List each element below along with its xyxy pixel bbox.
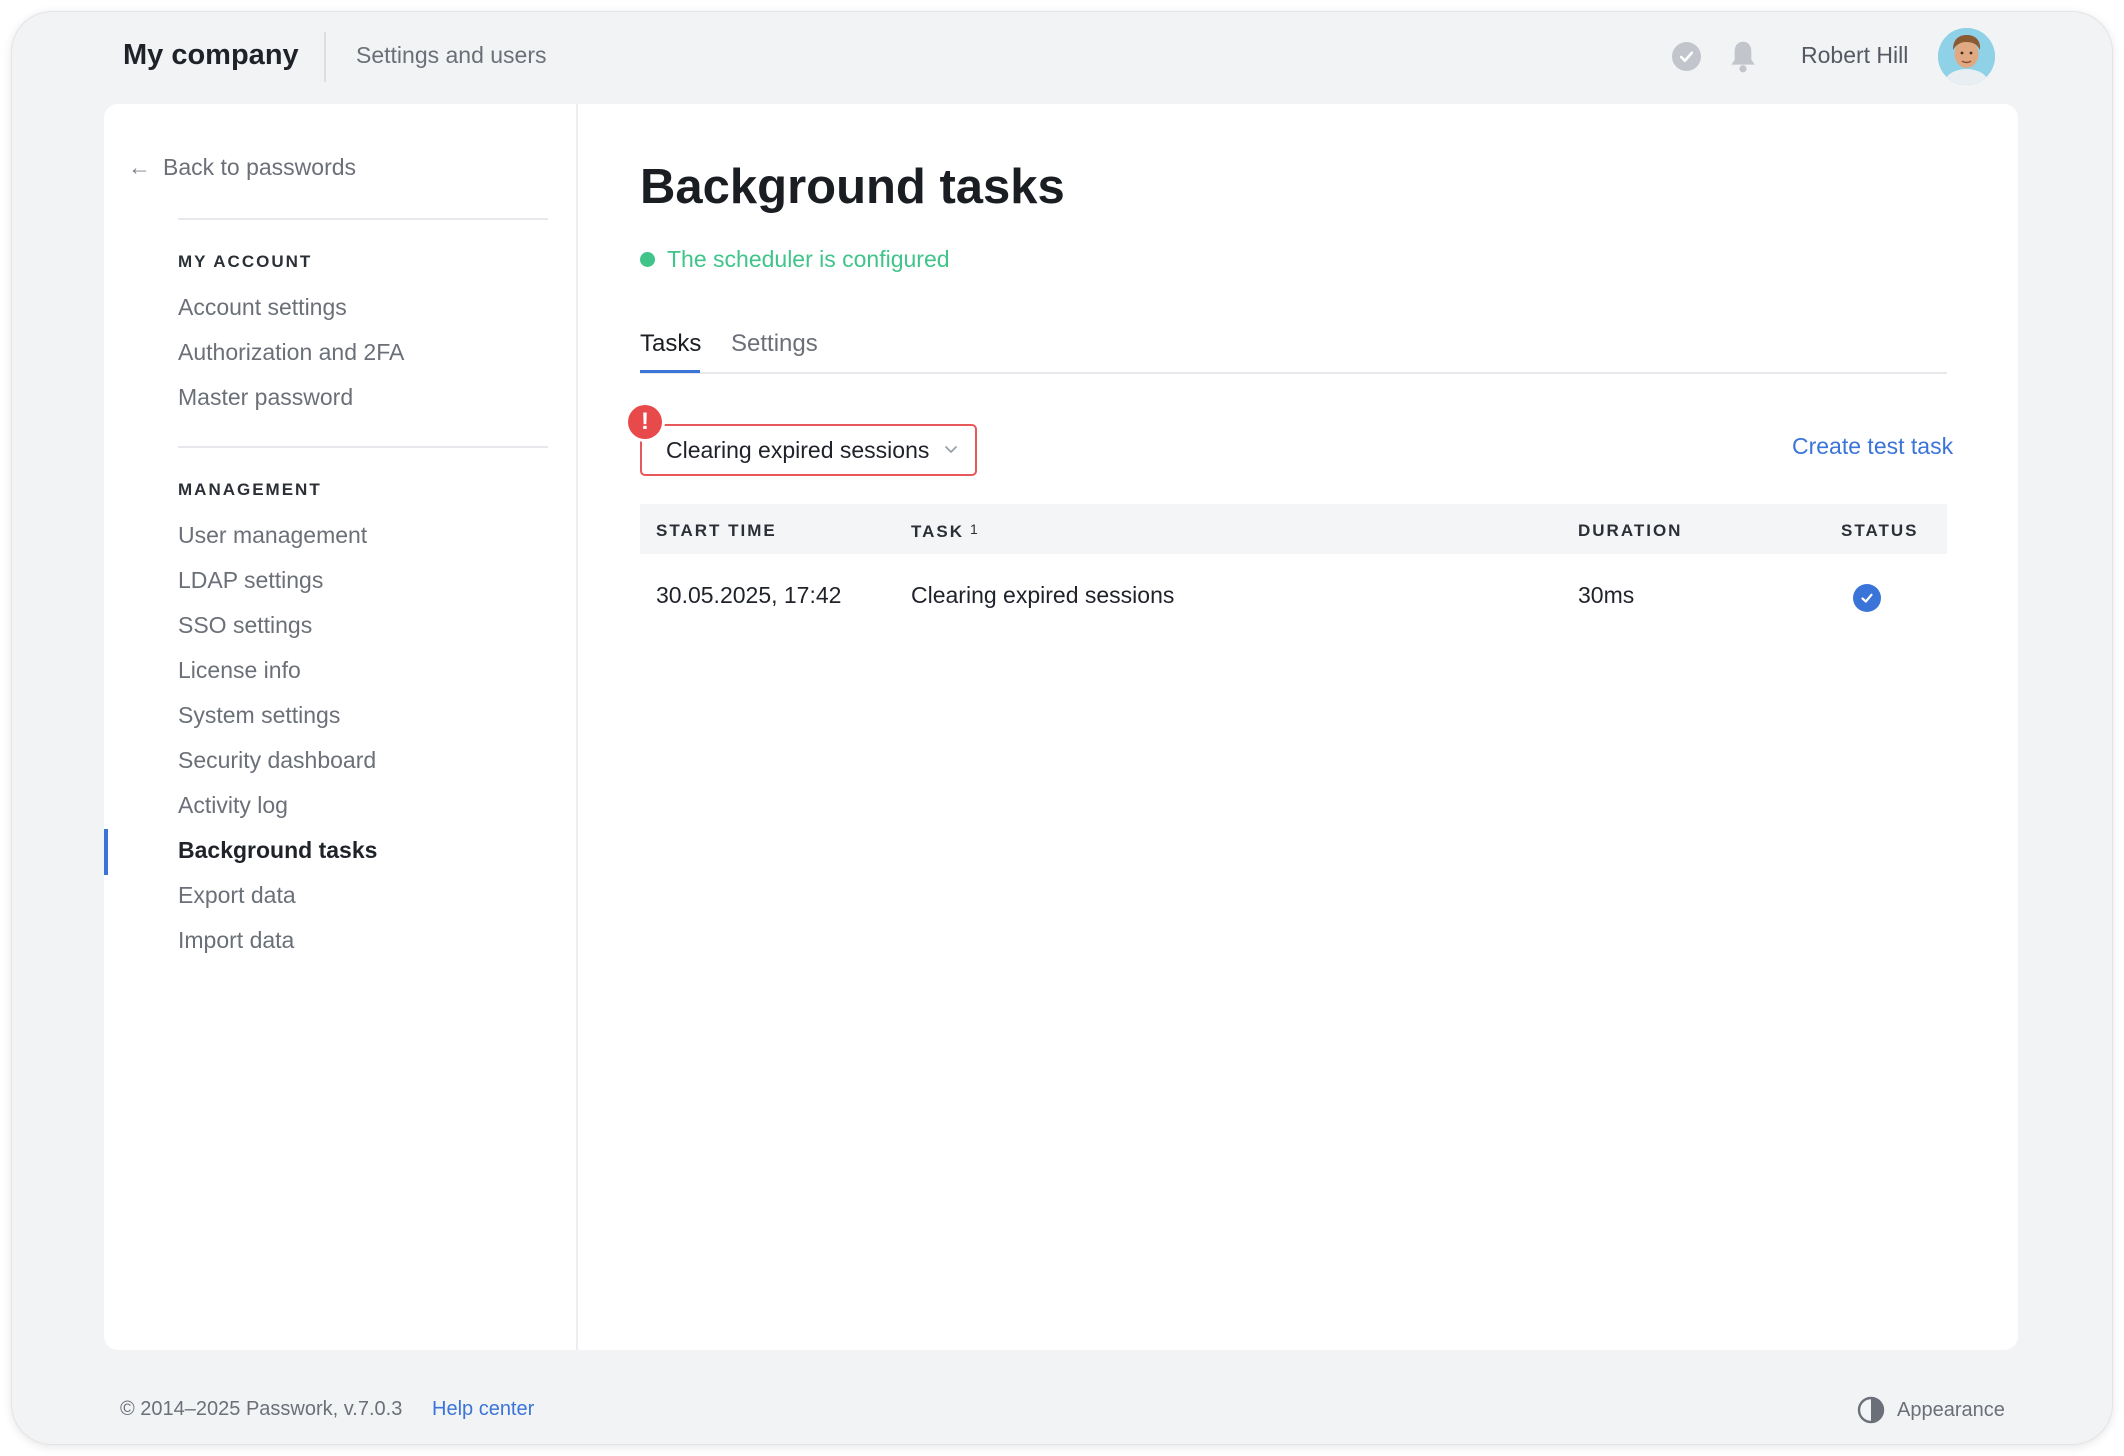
arrow-left-icon: ← <box>128 154 151 180</box>
sort-indicator: 1 <box>970 521 978 537</box>
main-content: Background tasks The scheduler is config… <box>580 104 2018 1350</box>
sidebar-item-activity-log[interactable]: Activity log <box>178 792 288 819</box>
tab-active-underline <box>640 370 700 373</box>
sidebar-divider <box>178 218 548 220</box>
help-center-link[interactable]: Help center <box>432 1398 534 1421</box>
chevron-down-icon <box>945 446 957 453</box>
back-to-passwords-link[interactable]: ← Back to passwords <box>128 154 356 181</box>
sidebar-item-license-info[interactable]: License info <box>178 657 301 684</box>
sidebar-item-user-management[interactable]: User management <box>178 522 367 549</box>
company-name[interactable]: My company <box>123 39 299 72</box>
topbar-divider <box>324 32 326 82</box>
sidebar-item-security-dashboard[interactable]: Security dashboard <box>178 747 376 774</box>
breadcrumb: Settings and users <box>356 42 547 68</box>
column-task[interactable]: TASK 1 <box>911 521 978 542</box>
table-row[interactable]: 30.05.2025, 17:42 Clearing expired sessi… <box>640 554 1947 640</box>
column-status[interactable]: STATUS <box>1841 521 1918 541</box>
footer-copyright: © 2014–2025 Passwork, v.7.0.3 <box>120 1398 403 1420</box>
sidebar-item-ldap-settings[interactable]: LDAP settings <box>178 567 323 594</box>
task-filter-dropdown[interactable]: Clearing expired sessions <box>640 424 977 476</box>
check-circle-icon[interactable] <box>1672 42 1701 71</box>
contrast-icon <box>1857 1396 1885 1424</box>
column-start-time[interactable]: START TIME <box>656 521 777 541</box>
sidebar: ← Back to passwords MY ACCOUNT Account s… <box>104 104 578 1350</box>
cell-start-time: 30.05.2025, 17:42 <box>656 582 842 608</box>
sidebar-item-master-password[interactable]: Master password <box>178 384 353 411</box>
top-bar: My company Settings and users Robert Hil… <box>12 12 2112 104</box>
task-filter-value: Clearing expired sessions <box>666 436 930 463</box>
sidebar-item-background-tasks[interactable]: Background tasks <box>178 837 377 864</box>
status-dot-icon <box>640 252 655 267</box>
back-link-label: Back to passwords <box>163 154 357 180</box>
alert-icon: ! <box>628 405 662 439</box>
tab-bar: Tasks Settings <box>640 304 1947 374</box>
sidebar-item-import-data[interactable]: Import data <box>178 927 294 954</box>
appearance-label: Appearance <box>1897 1398 2005 1421</box>
create-test-task-link[interactable]: Create test task <box>1792 433 1953 460</box>
cell-duration: 30ms <box>1578 582 1635 608</box>
sidebar-divider <box>178 446 548 448</box>
sidebar-item-system-settings[interactable]: System settings <box>178 702 340 729</box>
sidebar-item-account-settings[interactable]: Account settings <box>178 294 347 321</box>
appearance-button[interactable]: Appearance <box>1857 1396 2005 1424</box>
avatar[interactable] <box>1938 28 1995 85</box>
section-heading-management: MANAGEMENT <box>178 480 322 499</box>
table-header: START TIME TASK 1 DURATION STATUS <box>640 504 1947 554</box>
status-success-icon <box>1853 584 1881 612</box>
column-duration[interactable]: DURATION <box>1578 521 1682 541</box>
tab-tasks[interactable]: Tasks <box>640 330 701 358</box>
active-indicator <box>104 829 108 875</box>
app-window: My company Settings and users Robert Hil… <box>12 12 2112 1444</box>
sidebar-item-authorization-2fa[interactable]: Authorization and 2FA <box>178 339 404 366</box>
cell-task: Clearing expired sessions <box>911 582 1175 608</box>
page-title: Background tasks <box>640 160 1065 214</box>
section-heading-my-account: MY ACCOUNT <box>178 252 313 271</box>
scheduler-status-text: The scheduler is configured <box>667 246 950 272</box>
tasks-table: START TIME TASK 1 DURATION STATUS 30.05.2… <box>640 504 1947 640</box>
scheduler-status: The scheduler is configured <box>640 246 950 273</box>
bell-icon[interactable] <box>1726 39 1760 75</box>
sidebar-item-sso-settings[interactable]: SSO settings <box>178 612 312 639</box>
sidebar-item-export-data[interactable]: Export data <box>178 882 296 909</box>
content-card: ← Back to passwords MY ACCOUNT Account s… <box>104 104 2018 1350</box>
tab-settings[interactable]: Settings <box>731 330 818 358</box>
user-name[interactable]: Robert Hill <box>1801 42 1908 69</box>
